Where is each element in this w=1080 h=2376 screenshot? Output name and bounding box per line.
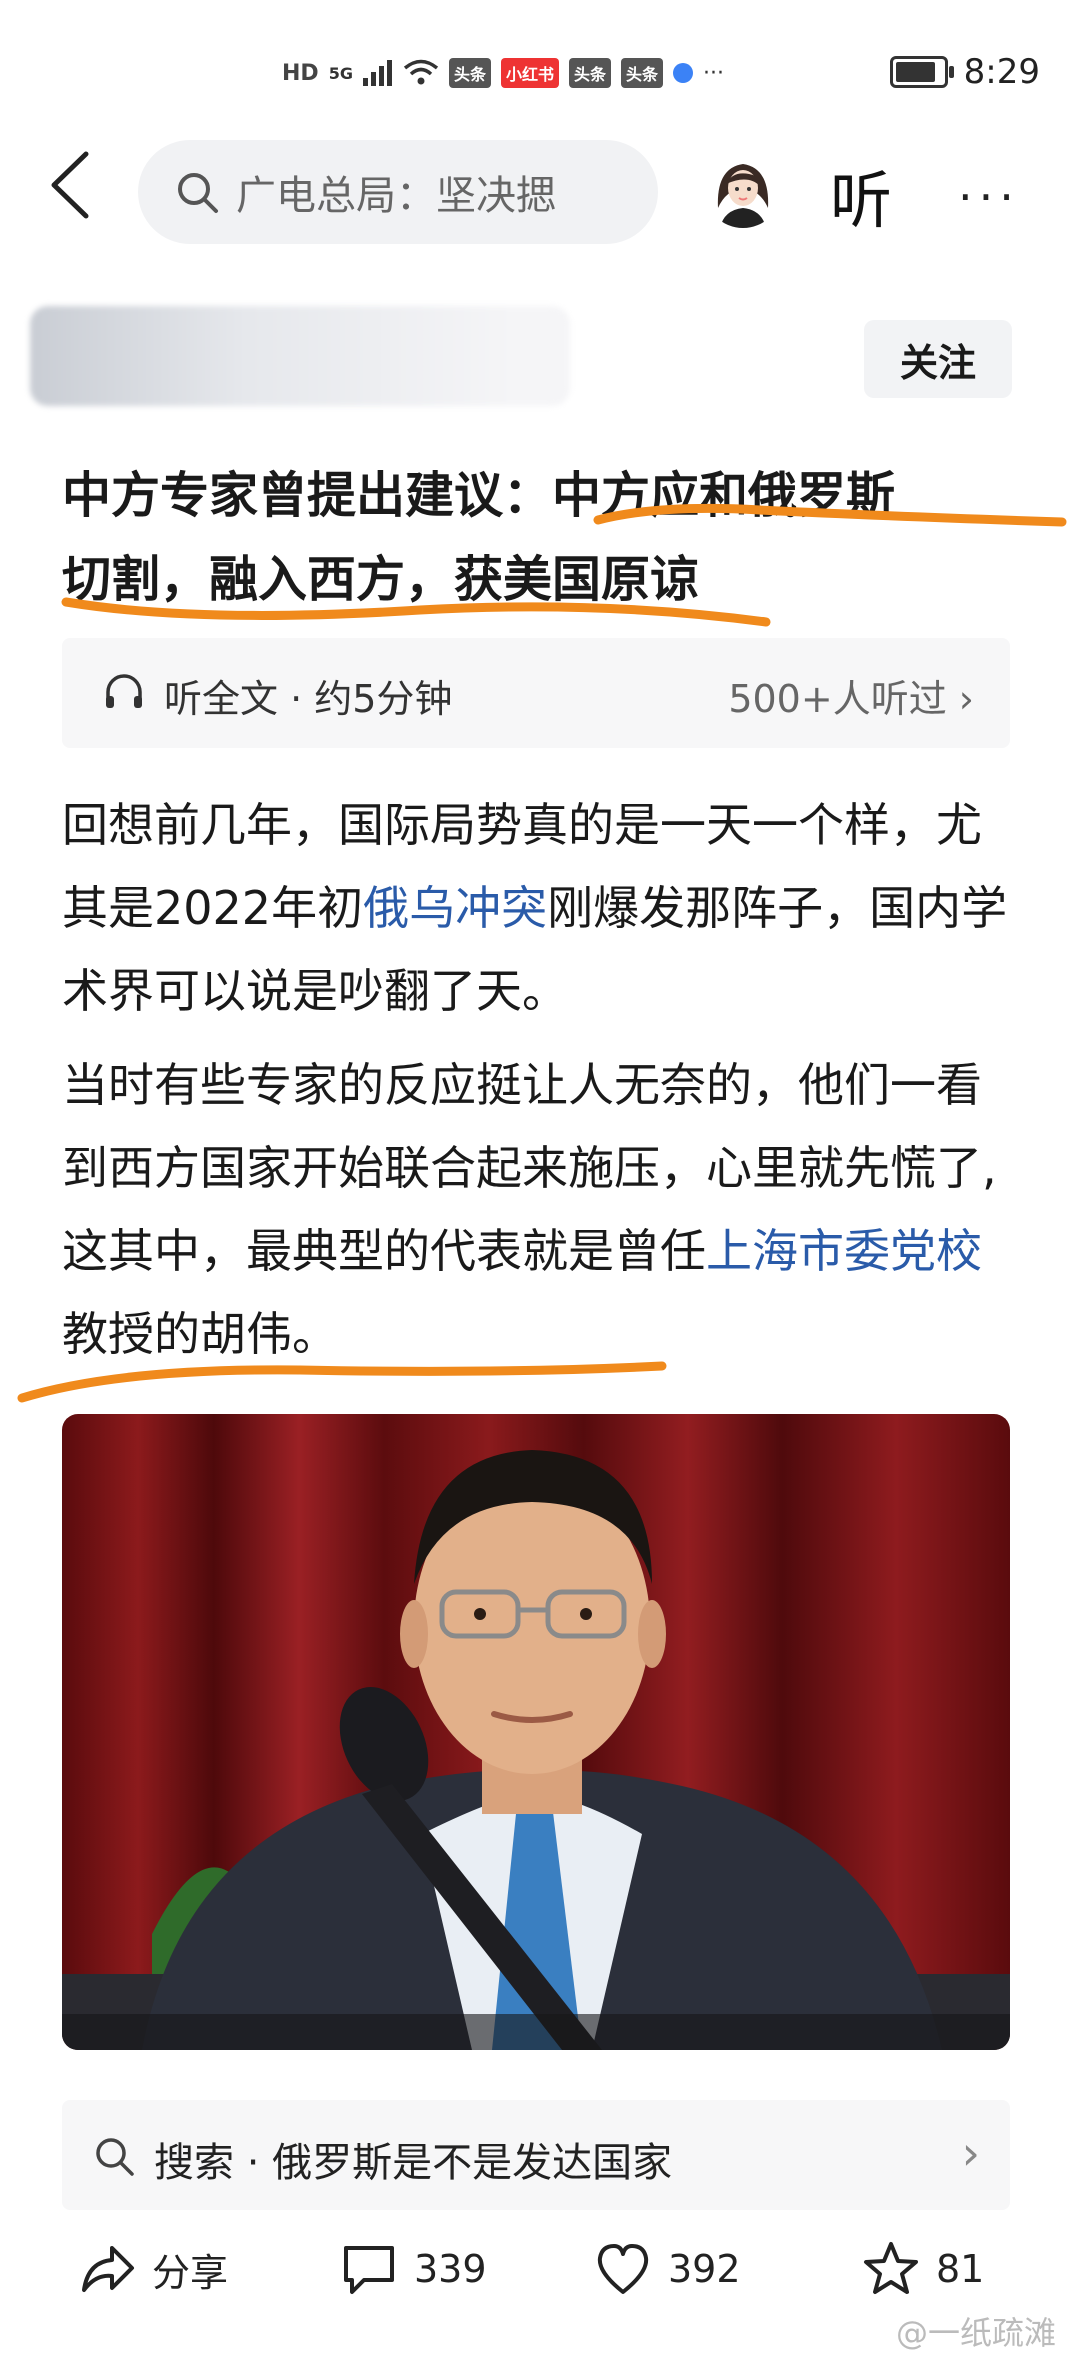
chevron-right-icon: › [958, 677, 974, 721]
listen-full-text-label: 听全文 · 约5分钟 [164, 677, 453, 721]
like-button[interactable]: 392 [594, 2240, 741, 2298]
comment-count: 339 [414, 2247, 487, 2291]
related-search-label: 搜索 · 俄罗斯是不是发达国家 [154, 2140, 673, 2186]
related-search-bar[interactable]: 搜索 · 俄罗斯是不是发达国家 › [62, 2100, 1010, 2210]
link-russia-ukraine-conflict[interactable]: 俄乌冲突 [363, 881, 547, 935]
paragraph-1: 回想前几年，国际局势真的是一天一个样，尤其是2022年初俄乌冲突刚爆发那阵子，国… [62, 784, 1022, 1033]
like-count: 392 [668, 2247, 741, 2291]
listen-count: 500+人听过 › [728, 668, 974, 723]
share-button[interactable]: 分享 [78, 2240, 228, 2298]
headphones-icon [106, 674, 142, 708]
star-icon [864, 2242, 918, 2294]
heart-icon [597, 2244, 649, 2294]
link-shanghai-party-school[interactable]: 上海市委党校 [706, 1224, 982, 1278]
listen-count-text: 500+人听过 [728, 677, 947, 721]
paragraph-2-text-b: 教授的胡伟。 [62, 1307, 338, 1361]
favorite-count: 81 [936, 2247, 985, 2291]
watermark: @一纸疏滩 [895, 2314, 1056, 2352]
favorite-button[interactable]: 81 [862, 2240, 984, 2298]
share-icon [82, 2246, 134, 2292]
chevron-right-icon: › [961, 2126, 980, 2180]
speaker-portrait-image [62, 1414, 1010, 2050]
listen-full-text-bar[interactable]: 听全文 · 约5分钟 500+人听过 › [62, 638, 1010, 748]
search-icon [96, 2138, 134, 2176]
article-photo[interactable] [62, 1414, 1010, 2050]
paragraph-2: 当时有些专家的反应挺让人无奈的，他们一看到西方国家开始联合起来施压，心里就先慌了… [62, 1044, 1022, 1376]
comment-button[interactable]: 339 [340, 2240, 487, 2298]
share-label: 分享 [152, 2250, 229, 2295]
comment-icon [344, 2246, 394, 2294]
